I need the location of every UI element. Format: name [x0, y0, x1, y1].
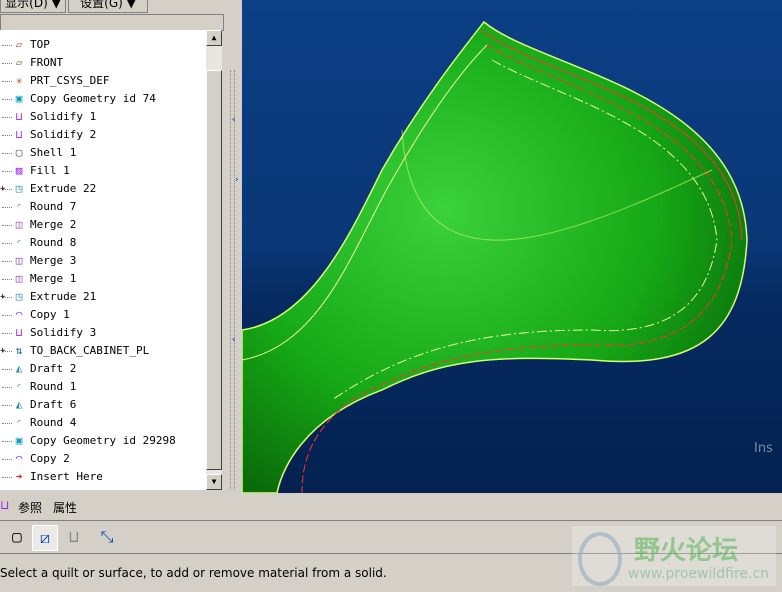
tree-item-label: TO_BACK_CABINET_PL: [30, 344, 150, 357]
tree-header: [0, 14, 224, 31]
tree-item-label: Copy 2: [30, 452, 70, 465]
watermark-url: www.proewildfire.cn: [628, 566, 770, 582]
tree-item-label: Round 7: [30, 200, 77, 213]
watermark-title: 野火论坛: [634, 536, 739, 566]
tree-item-label: Copy Geometry id 74: [30, 92, 156, 105]
datum-plane-icon: ▱: [15, 56, 23, 69]
shell-icon: ▢: [15, 146, 23, 159]
insert-arrow-icon: ➔: [15, 470, 23, 483]
tree-item-label: TOP: [30, 38, 50, 51]
flip-direction-icon[interactable]: ⤡: [95, 525, 119, 549]
group-icon: ⇅: [15, 344, 23, 357]
draft-icon: ◭: [15, 398, 23, 411]
graphics-viewport[interactable]: Ins: [241, 0, 782, 494]
tree-item-label: Extrude 22: [30, 182, 97, 195]
viewport-hint: Ins: [754, 441, 773, 456]
extrude-icon: ◳: [15, 290, 23, 303]
extrude-icon: ◳: [15, 182, 23, 195]
status-message: Select a quilt or surface, to add or rem…: [0, 566, 387, 580]
tree-item-label: Solidify 3: [30, 326, 97, 339]
tree-item-label: Merge 2: [30, 218, 77, 231]
tab-references[interactable]: 参照: [18, 499, 42, 516]
tree-item-label: Solidify 2: [30, 128, 97, 141]
tree-item-label: Copy 1: [30, 308, 70, 321]
tree-item-label: Draft 6: [30, 398, 77, 411]
model-tree[interactable]: ▱ TOP ▱ FRONT ✳ PRT_CSYS_DEF ▣ Copy Geometry id…: [0, 30, 206, 490]
copy-icon: ◠: [15, 308, 23, 321]
tree-item-label: Shell 1: [30, 146, 77, 159]
copy-icon: ◠: [15, 452, 23, 465]
expand-arrow-icon[interactable]: ›: [234, 175, 239, 185]
expand-icon[interactable]: +: [0, 180, 5, 198]
tree-item-label: Round 4: [30, 416, 77, 429]
tree-item-label: Draft 2: [30, 362, 77, 375]
settings-menu[interactable]: 设置(G) ▼: [68, 0, 148, 13]
solid-option-icon[interactable]: ▢: [5, 525, 29, 549]
expand-icon[interactable]: +: [0, 288, 5, 306]
tree-item-label: Copy Geometry id 29298: [30, 434, 176, 447]
tree-scrollbar[interactable]: ▲ ▼: [206, 30, 222, 490]
tree-item-label: Round 1: [30, 380, 77, 393]
dashboard-tabs: ⊔ 参照 属性: [0, 497, 782, 517]
round-icon: ◜: [15, 416, 23, 429]
tree-item-label: Fill 1: [30, 164, 70, 177]
collapse-arrow-icon[interactable]: ‹: [231, 335, 236, 345]
collapse-arrow-icon[interactable]: ‹: [231, 115, 236, 125]
tab-properties[interactable]: 属性: [53, 499, 77, 516]
merge-icon: ◫: [15, 272, 23, 285]
scroll-thumb[interactable]: [206, 70, 222, 470]
solidify-icon: ⊔: [15, 128, 23, 141]
copy-geometry-icon: ▣: [15, 92, 23, 105]
round-icon: ◜: [15, 380, 23, 393]
remove-material-button[interactable]: ⧄: [32, 525, 58, 551]
expand-icon[interactable]: +: [0, 342, 5, 360]
datum-plane-icon: ▱: [15, 38, 23, 51]
solidify-icon: ⊔: [0, 498, 10, 512]
tree-item-label: Insert Here: [30, 470, 103, 483]
fill-icon: ▨: [15, 164, 23, 177]
tree-item-label: Merge 3: [30, 254, 77, 267]
merge-icon: ◫: [15, 218, 23, 231]
tree-item-label: Round 8: [30, 236, 77, 249]
tree-item-label: FRONT: [30, 56, 64, 69]
tree-item-label: Solidify 1: [30, 110, 97, 123]
scroll-down-button[interactable]: ▼: [206, 474, 222, 490]
watermark-logo: 野火论坛 www.proewildfire.cn: [572, 526, 776, 586]
merge-icon: ◫: [15, 254, 23, 267]
tree-item-label: PRT_CSYS_DEF: [30, 74, 110, 87]
scroll-up-button[interactable]: ▲: [206, 30, 222, 46]
draft-icon: ◭: [15, 362, 23, 375]
solidify-icon: ⊔: [15, 326, 23, 339]
tree-item-label: Extrude 21: [30, 290, 97, 303]
round-icon: ◜: [15, 236, 23, 249]
display-menu[interactable]: 显示(D) ▼: [0, 0, 66, 13]
panel-splitter[interactable]: ‹ › ‹: [228, 0, 240, 493]
round-icon: ◜: [15, 200, 23, 213]
model-geometry: Ins: [241, 20, 773, 494]
tree-item-label: Merge 1: [30, 272, 77, 285]
copy-geometry-icon: ▣: [15, 434, 23, 447]
replace-surface-icon[interactable]: ⊔: [62, 525, 86, 549]
csys-icon: ✳: [15, 74, 23, 87]
solidify-icon: ⊔: [15, 110, 23, 123]
